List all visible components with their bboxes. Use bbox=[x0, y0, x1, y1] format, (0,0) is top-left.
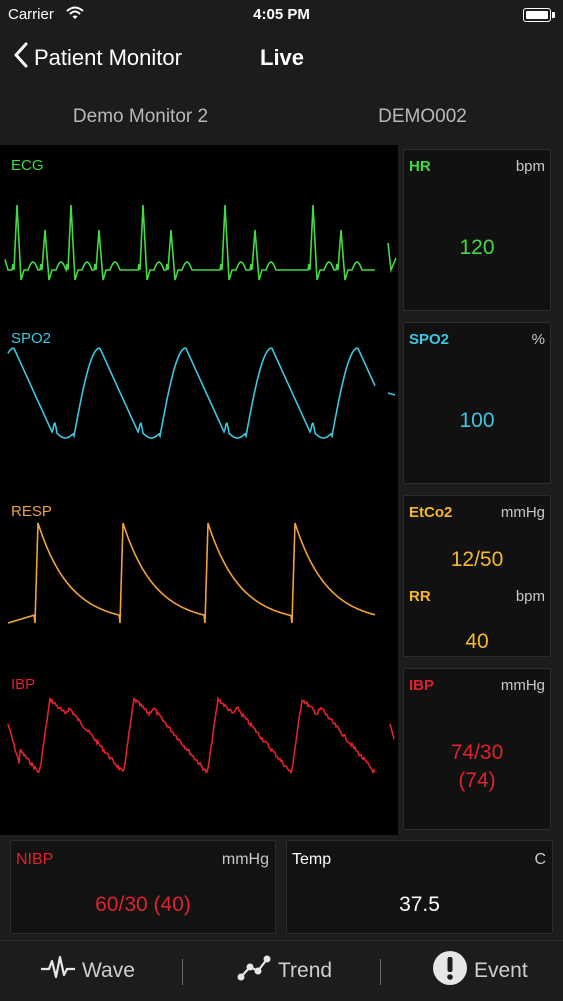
hr-value: 120 bbox=[459, 236, 495, 259]
spo2-wave: SPO2 bbox=[0, 318, 398, 490]
device-name: Demo Monitor 2 bbox=[72, 106, 209, 127]
rr-unit: bpm bbox=[515, 588, 545, 605]
back-button[interactable]: Patient Monitor bbox=[14, 42, 182, 74]
rr-label: RR bbox=[409, 588, 431, 605]
spo2-unit: % bbox=[531, 331, 545, 348]
hr-panel[interactable]: HR bpm 120 bbox=[403, 149, 551, 311]
tab-trend[interactable]: Trend bbox=[236, 941, 332, 1001]
back-button-label: Patient Monitor bbox=[34, 45, 182, 70]
ibp-label: IBP bbox=[409, 677, 435, 694]
nibp-label: NIBP bbox=[16, 851, 54, 868]
spo2-label: SPO2 bbox=[409, 331, 450, 348]
navigation-bar: Patient Monitor Live bbox=[0, 30, 563, 86]
wave-icon bbox=[40, 955, 76, 987]
hr-label: HR bbox=[409, 158, 431, 175]
ibp-wave: IBP bbox=[0, 664, 398, 836]
etco2-label: EtCo2 bbox=[409, 504, 453, 521]
device-id: DEMO002 bbox=[378, 106, 467, 127]
tab-divider bbox=[380, 959, 381, 985]
battery-icon bbox=[523, 8, 555, 22]
waveform-area: ECG SPO2 RESP IBP bbox=[0, 145, 398, 835]
temp-panel[interactable]: Temp C 37.5 bbox=[286, 840, 553, 934]
tab-event-label: Event bbox=[474, 959, 528, 982]
ecg-trace bbox=[4, 204, 397, 281]
exclamation-icon bbox=[432, 950, 468, 992]
ibp-trace bbox=[7, 695, 395, 775]
tab-divider bbox=[182, 959, 183, 985]
spo2-trace bbox=[7, 347, 396, 439]
nibp-value: 60/30 (40) bbox=[95, 893, 191, 916]
status-bar: Carrier 4:05 PM bbox=[0, 0, 563, 30]
ibp-panel[interactable]: IBP mmHg 74/30 (74) bbox=[403, 668, 551, 830]
temp-unit: C bbox=[534, 851, 546, 868]
clock: 4:05 PM bbox=[253, 6, 310, 23]
tab-wave-label: Wave bbox=[82, 959, 135, 982]
nibp-panel[interactable]: NIBP mmHg 60/30 (40) bbox=[10, 840, 276, 934]
ibp-mean-value: (74) bbox=[458, 769, 496, 792]
temp-label: Temp bbox=[292, 851, 332, 868]
tab-event[interactable]: Event bbox=[432, 941, 528, 1001]
tab-wave[interactable]: Wave bbox=[40, 941, 135, 1001]
etco2-value: 12/50 bbox=[450, 548, 504, 571]
hr-unit: bpm bbox=[515, 158, 545, 175]
nibp-unit: mmHg bbox=[221, 851, 269, 868]
etco2-unit: mmHg bbox=[500, 504, 545, 521]
rr-value: 40 bbox=[465, 630, 489, 653]
spo2-panel[interactable]: SPO2 % 100 bbox=[403, 322, 551, 484]
device-info: Demo Monitor 2 DEMO002 bbox=[0, 96, 563, 140]
resp-trace bbox=[7, 522, 376, 624]
ibp-value: 74/30 bbox=[450, 741, 504, 764]
page-title: Live bbox=[260, 45, 305, 70]
tab-trend-label: Trend bbox=[278, 959, 333, 982]
ecg-wave: ECG bbox=[0, 145, 398, 317]
etco2-rr-panel[interactable]: EtCo2 mmHg 12/50 RR bpm 40 bbox=[403, 495, 551, 657]
chevron-left-icon bbox=[14, 42, 28, 74]
ibp-unit: mmHg bbox=[500, 677, 545, 694]
resp-wave: RESP bbox=[0, 491, 398, 663]
tab-bar: Wave Trend Event bbox=[0, 940, 563, 1001]
spo2-value: 100 bbox=[459, 409, 495, 432]
temp-value: 37.5 bbox=[399, 893, 440, 916]
trend-icon bbox=[236, 954, 272, 988]
